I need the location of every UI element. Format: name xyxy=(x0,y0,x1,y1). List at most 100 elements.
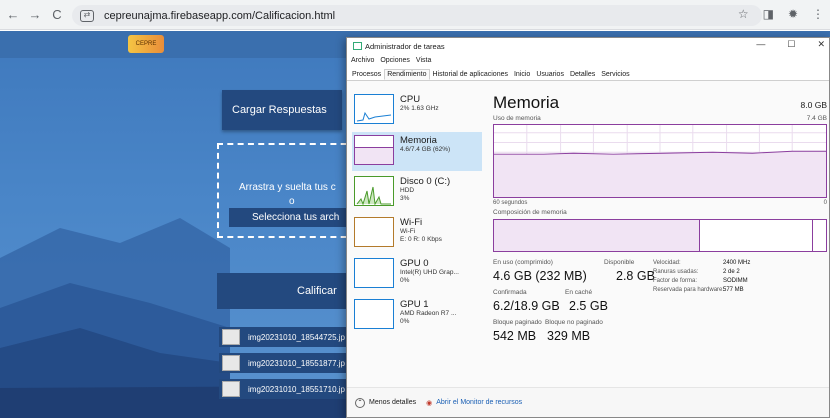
gpu0-mini-graph xyxy=(354,258,394,288)
site-logo[interactable]: CEPRE xyxy=(128,35,164,53)
sidebar-label: Disco 0 (C:) xyxy=(400,176,451,187)
tab-rendimiento[interactable]: Rendimiento xyxy=(384,69,430,80)
wifi-mini-graph xyxy=(354,217,394,247)
grade-button[interactable]: Calificar xyxy=(217,273,357,309)
form-factor-value: SODIMM xyxy=(723,278,748,284)
sidebar-label: Memoria xyxy=(400,135,437,146)
forward-icon[interactable]: → xyxy=(26,7,44,22)
file-thumbnail xyxy=(222,381,240,397)
back-icon[interactable]: ← xyxy=(4,7,22,22)
menu-icon[interactable]: ⋮ xyxy=(812,7,824,21)
cached-value: 2.5 GB xyxy=(569,299,608,313)
menu-vista[interactable]: Vista xyxy=(416,57,431,64)
reserved-label: Reservada para hardware: xyxy=(653,287,725,293)
nonpaged-pool-value: 329 MB xyxy=(547,329,591,343)
file-name: img20231010_18551877.jp xyxy=(248,358,345,368)
close-icon[interactable]: ✕ xyxy=(817,39,825,50)
reload-icon[interactable]: C xyxy=(48,7,66,22)
file-name: img20231010_18551710.jp xyxy=(248,384,345,394)
axis-zero: 0 xyxy=(823,200,827,206)
gpu1-mini-graph xyxy=(354,299,394,329)
memory-mini-graph xyxy=(354,135,394,165)
resource-monitor-link[interactable]: Abrir el Monitor de recursos xyxy=(436,399,522,406)
tab-inicio[interactable]: Inicio xyxy=(511,69,533,80)
menu-bar: Archivo Opciones Vista xyxy=(347,54,829,67)
url-text[interactable]: cepreunajma.firebaseapp.com/Calificacion… xyxy=(104,10,335,22)
resource-monitor-icon[interactable]: ◉ xyxy=(426,399,432,407)
speed-label: Velocidad: xyxy=(653,260,681,266)
sidebar-sub: 2% 1.63 GHz xyxy=(400,105,439,112)
sidebar-item-disco[interactable]: Disco 0 (C:) HDD 3% xyxy=(352,173,482,212)
fewer-details-link[interactable]: Menos detalles xyxy=(369,399,416,406)
sidebar-sub: E: 0 R: 0 Kbps xyxy=(400,236,442,243)
sidebar-sub: 3% xyxy=(400,195,410,202)
sidebar-item-memoria[interactable]: Memoria 4.6/7.4 GB (62%) xyxy=(352,132,482,171)
task-manager-icon xyxy=(353,42,362,50)
task-manager-window: Administrador de tareas — ☐ ✕ Archivo Op… xyxy=(346,37,830,418)
usage-max: 7.4 GB xyxy=(806,115,827,122)
tab-bar: Procesos Rendimiento Historial de aplica… xyxy=(347,67,829,81)
file-thumbnail xyxy=(222,355,240,371)
file-drop-zone[interactable]: Arrastra y suelta tus c o Selecciona tus… xyxy=(217,143,364,238)
tab-usuarios[interactable]: Usuarios xyxy=(533,69,567,80)
form-factor-label: Factor de forma: xyxy=(653,278,698,284)
sidebar-item-wifi[interactable]: Wi-Fi Wi-Fi E: 0 R: 0 Kbps xyxy=(352,214,482,253)
sidebar-sub: AMD Radeon R7 ... xyxy=(400,310,457,317)
title-bar[interactable]: Administrador de tareas — ☐ ✕ xyxy=(347,38,829,54)
address-bar[interactable]: ⇄ cepreunajma.firebaseapp.com/Calificaci… xyxy=(72,5,762,26)
file-list-item[interactable]: img20231010_18544725.jp xyxy=(219,327,354,347)
cached-label: En caché xyxy=(565,289,593,296)
in-use-label: En uso (comprimido) xyxy=(493,259,553,266)
nonpaged-pool-label: Bloque no paginado xyxy=(545,319,603,326)
bookmark-star-icon[interactable]: ☆ xyxy=(738,7,749,21)
disk-mini-graph xyxy=(354,176,394,206)
extension-icon[interactable]: ✹ xyxy=(788,7,798,21)
slots-value: 2 de 2 xyxy=(723,269,740,275)
sidebar-sub: 4.6/7.4 GB (62%) xyxy=(400,146,451,153)
tab-procesos[interactable]: Procesos xyxy=(349,69,384,80)
sidebar-sub: Intel(R) UHD Grap... xyxy=(400,269,459,276)
usage-label: Uso de memoria xyxy=(493,115,541,122)
available-label: Disponible xyxy=(604,259,635,266)
memory-usage-graph xyxy=(493,124,827,198)
paged-pool-label: Bloque paginado xyxy=(493,319,542,326)
sidebar-item-cpu[interactable]: CPU 2% 1.63 GHz xyxy=(352,91,482,130)
tab-detalles[interactable]: Detalles xyxy=(567,69,598,80)
menu-archivo[interactable]: Archivo xyxy=(351,57,374,64)
memory-panel: Memoria 8.0 GB Uso de memoria 7.4 GB 60 … xyxy=(493,93,827,343)
site-info-icon[interactable]: ⇄ xyxy=(80,9,94,22)
slots-label: Ranuras usadas: xyxy=(653,269,699,275)
load-answers-button[interactable]: Cargar Respuestas xyxy=(222,90,342,130)
committed-label: Confirmada xyxy=(493,289,527,296)
select-files-button[interactable]: Selecciona tus arch xyxy=(229,208,364,227)
sidebar-label: Wi-Fi xyxy=(400,217,423,228)
drop-or-text: o xyxy=(289,196,295,207)
file-list-item[interactable]: img20231010_18551710.jp xyxy=(219,379,354,399)
sidebar-label: GPU 1 xyxy=(400,299,429,310)
time-axis-label: 60 segundos xyxy=(493,200,528,206)
memory-composition-bar xyxy=(493,219,827,252)
sidebar-label: GPU 0 xyxy=(400,258,429,269)
maximize-icon[interactable]: ☐ xyxy=(787,39,795,50)
file-name: img20231010_18544725.jp xyxy=(248,332,345,342)
chevron-up-icon[interactable]: ⌃ xyxy=(355,397,365,408)
sidebar-sub: Wi-Fi xyxy=(400,228,416,235)
task-manager-footer: ⌃ Menos detalles ◉ Abrir el Monitor de r… xyxy=(347,387,829,417)
sidepanel-icon[interactable]: ◨ xyxy=(763,7,774,21)
reserved-value: 577 MB xyxy=(723,287,744,293)
tab-servicios[interactable]: Servicios xyxy=(598,69,632,80)
sidebar-item-gpu1[interactable]: GPU 1 AMD Radeon R7 ... 0% xyxy=(352,296,482,335)
sidebar-label: CPU xyxy=(400,94,421,105)
cpu-mini-graph xyxy=(354,94,394,124)
tab-historial[interactable]: Historial de aplicaciones xyxy=(430,69,511,80)
sidebar-item-gpu0[interactable]: GPU 0 Intel(R) UHD Grap... 0% xyxy=(352,255,482,294)
available-value: 2.8 GB xyxy=(616,269,655,283)
minimize-icon[interactable]: — xyxy=(756,39,765,50)
paged-pool-value: 542 MB xyxy=(493,329,537,343)
total-memory: 8.0 GB xyxy=(800,100,827,110)
panel-title: Memoria xyxy=(493,93,560,112)
file-list-item[interactable]: img20231010_18551877.jp xyxy=(219,353,354,373)
composition-label: Composición de memoria xyxy=(493,209,567,216)
file-thumbnail xyxy=(222,329,240,345)
menu-opciones[interactable]: Opciones xyxy=(380,57,410,64)
